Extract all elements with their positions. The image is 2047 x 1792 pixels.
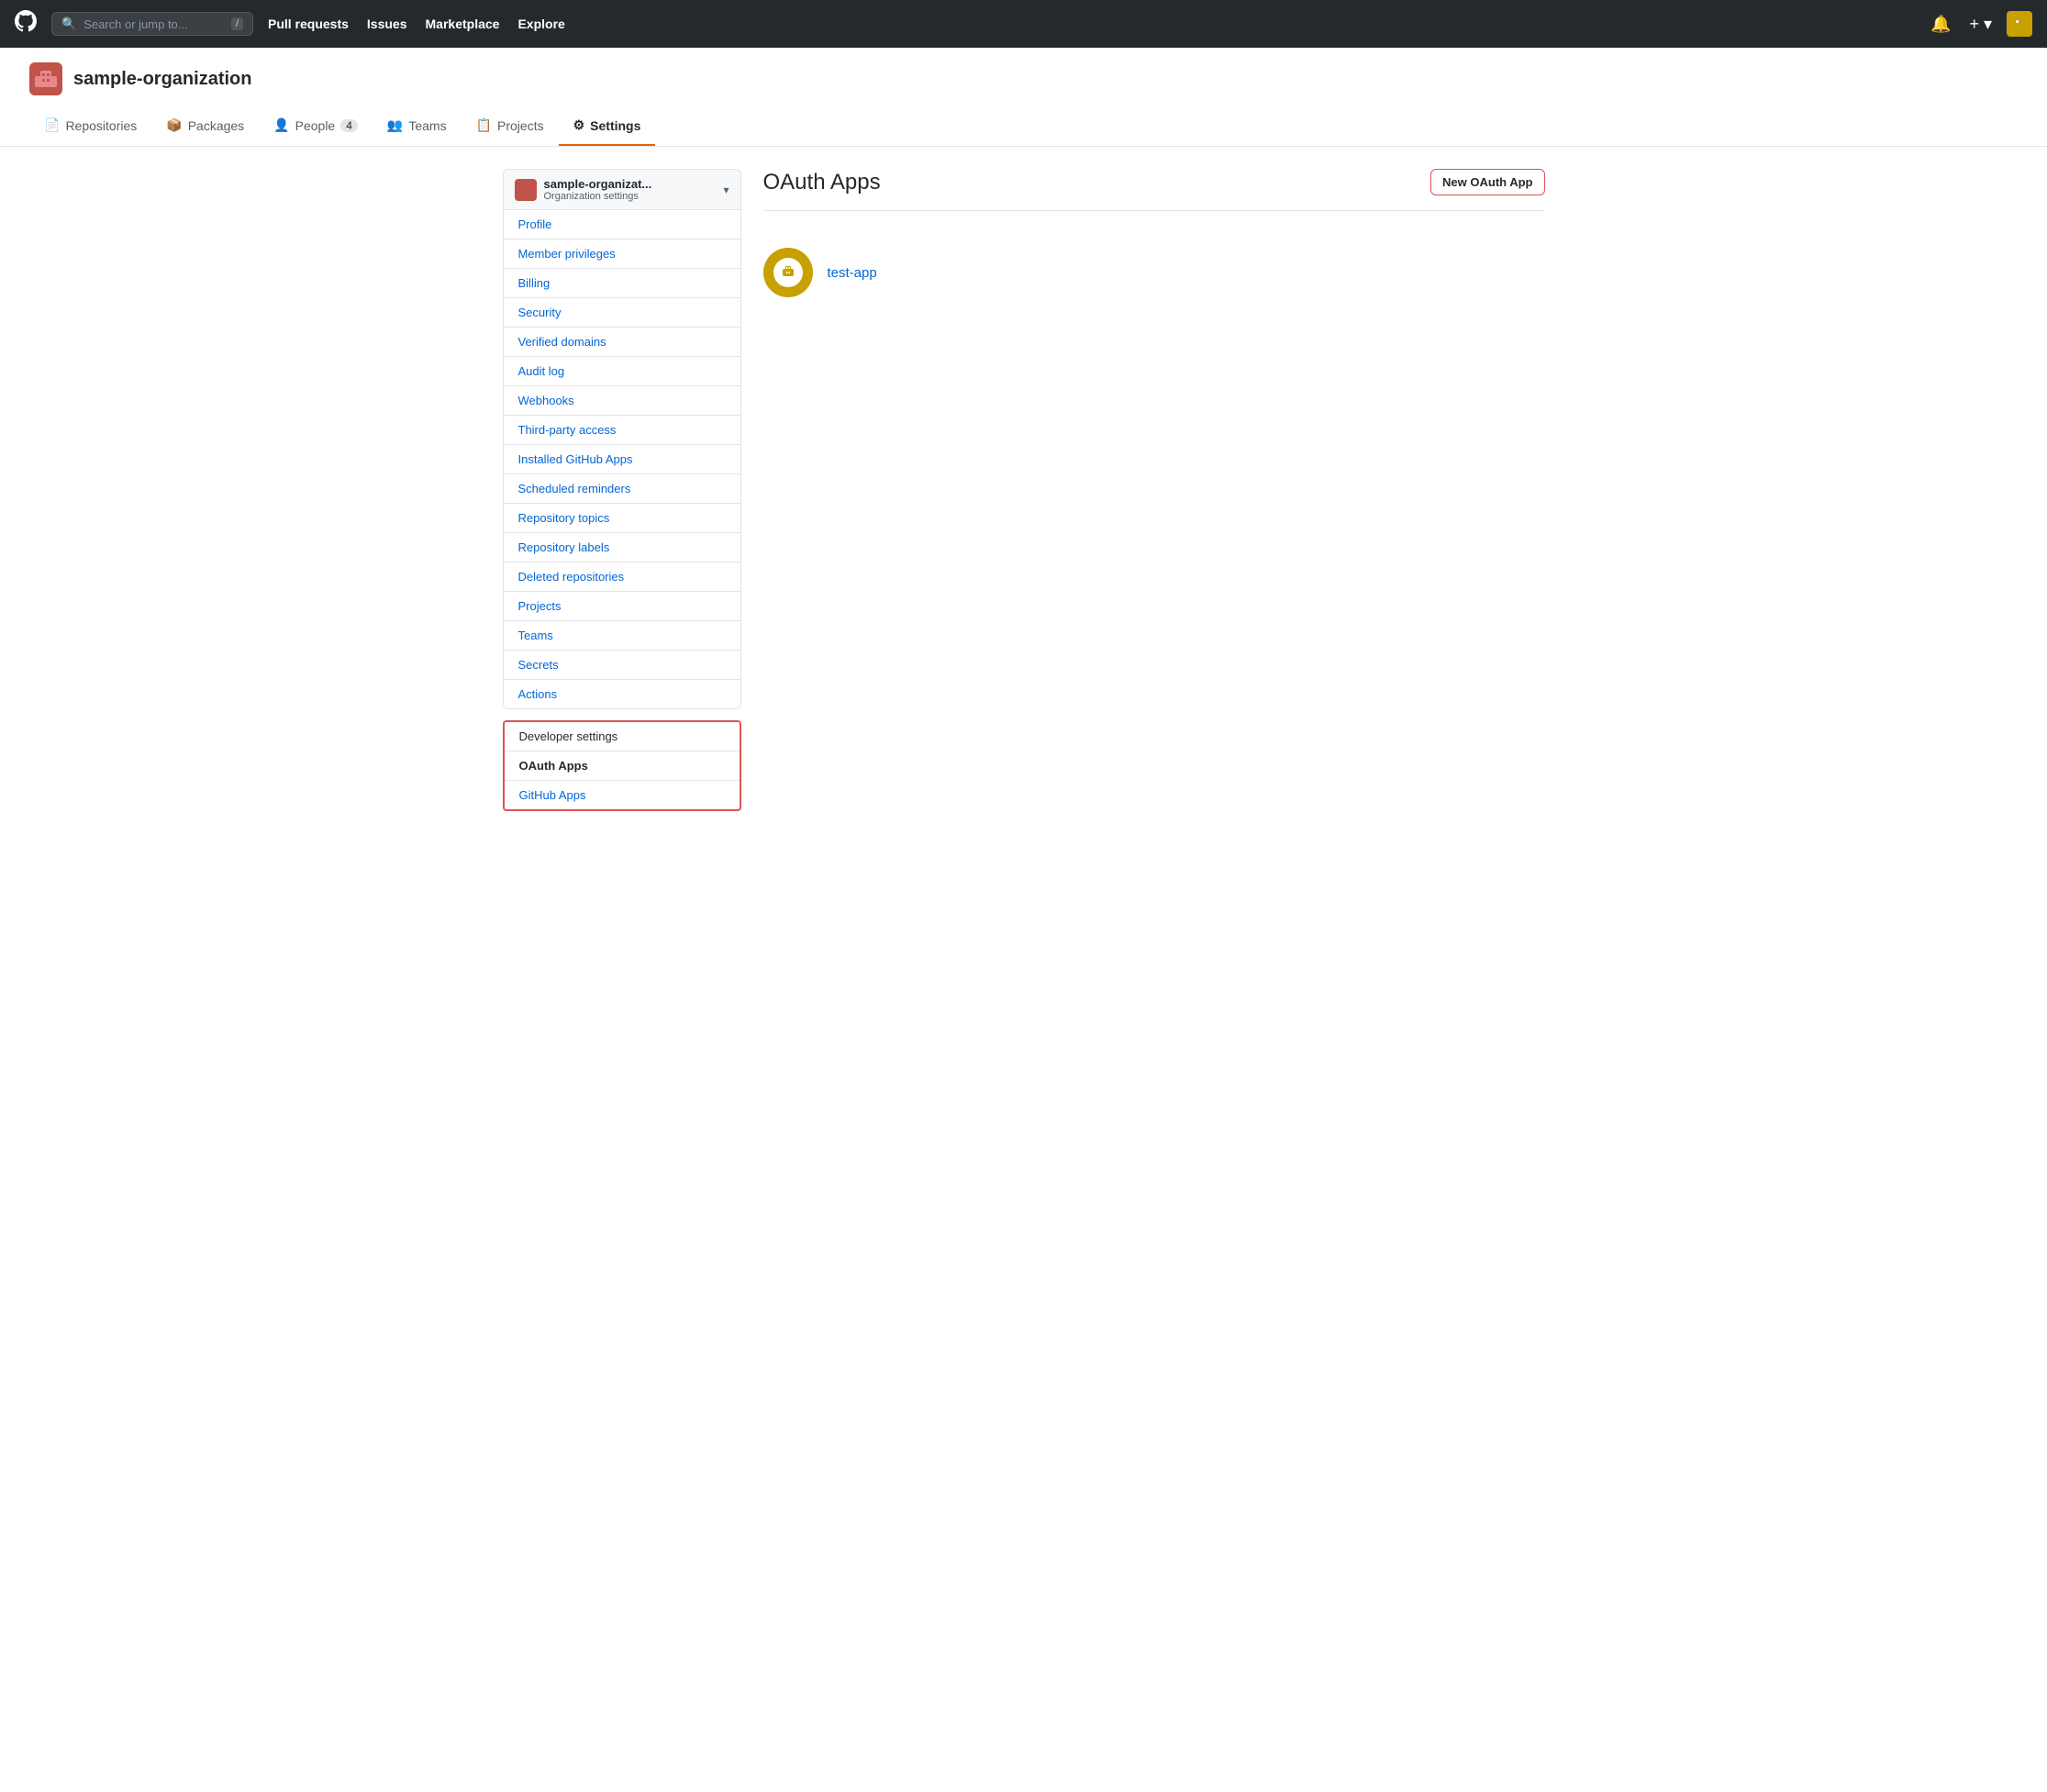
developer-settings-header[interactable]: Developer settings — [505, 722, 740, 751]
repositories-icon: 📄 — [44, 117, 60, 133]
app-avatar — [763, 248, 813, 297]
nav-right: 🔔 + ▾ — [1927, 11, 2032, 38]
sidebar-item-security[interactable]: Security — [504, 298, 740, 328]
projects-icon: 📋 — [476, 117, 492, 133]
sidebar-item-member-privileges[interactable]: Member privileges — [504, 239, 740, 269]
github-logo[interactable] — [15, 10, 37, 39]
user-avatar[interactable] — [2007, 11, 2032, 37]
sidebar-item-repository-topics[interactable]: Repository topics — [504, 504, 740, 533]
app-list-item: test-app — [763, 233, 1545, 312]
tab-people[interactable]: 👤 People 4 — [259, 110, 373, 146]
sidebar-item-profile[interactable]: Profile — [504, 210, 740, 239]
org-tabs: 📄 Repositories 📦 Packages 👤 People 4 👥 T… — [29, 110, 2018, 146]
org-avatar — [29, 62, 62, 95]
sidebar-org-info: sample-organizat... Organization setting… — [544, 177, 717, 202]
tab-packages[interactable]: 📦 Packages — [151, 110, 259, 146]
main-content: OAuth Apps New OAuth App test-app — [763, 169, 1545, 1770]
tab-teams[interactable]: 👥 Teams — [373, 110, 462, 146]
sidebar-org-header[interactable]: sample-organizat... Organization setting… — [503, 169, 741, 210]
sidebar-item-actions[interactable]: Actions — [504, 680, 740, 708]
search-kbd: / — [231, 17, 243, 30]
issues-link[interactable]: Issues — [367, 17, 407, 31]
search-placeholder: Search or jump to... — [83, 17, 187, 31]
tab-repositories[interactable]: 📄 Repositories — [29, 110, 151, 146]
search-box[interactable]: 🔍 Search or jump to... / — [51, 12, 253, 36]
oauth-apps-active-item[interactable]: OAuth Apps — [505, 751, 740, 781]
new-oauth-app-button[interactable]: New OAuth App — [1430, 169, 1544, 195]
sidebar-item-third-party-access[interactable]: Third-party access — [504, 416, 740, 445]
tab-projects[interactable]: 📋 Projects — [462, 110, 559, 146]
explore-link[interactable]: Explore — [517, 17, 564, 31]
org-name: sample-organization — [73, 69, 251, 90]
settings-icon: ⚙ — [573, 117, 585, 133]
org-title-bar: sample-organization — [29, 62, 2018, 95]
people-badge: 4 — [340, 119, 358, 132]
create-button[interactable]: + ▾ — [1965, 11, 1996, 38]
people-icon: 👤 — [273, 117, 289, 133]
sidebar-item-verified-domains[interactable]: Verified domains — [504, 328, 740, 357]
sidebar-item-repository-labels[interactable]: Repository labels — [504, 533, 740, 562]
sidebar-item-github-apps[interactable]: GitHub Apps — [505, 781, 740, 809]
top-navigation: 🔍 Search or jump to... / Pull requests I… — [0, 0, 2047, 48]
teams-icon: 👥 — [387, 117, 403, 133]
sidebar-item-webhooks[interactable]: Webhooks — [504, 386, 740, 416]
notifications-button[interactable]: 🔔 — [1927, 11, 1954, 38]
developer-settings-section: Developer settings OAuth Apps GitHub App… — [503, 720, 741, 811]
sidebar-item-billing[interactable]: Billing — [504, 269, 740, 298]
packages-icon: 📦 — [166, 117, 182, 133]
sidebar-item-installed-github-apps[interactable]: Installed GitHub Apps — [504, 445, 740, 474]
tab-settings[interactable]: ⚙ Settings — [559, 110, 656, 146]
content-header: OAuth Apps New OAuth App — [763, 169, 1545, 211]
sidebar-nav: Profile Member privileges Billing Securi… — [503, 210, 741, 709]
sidebar-org-name: sample-organizat... — [544, 177, 717, 191]
sidebar-item-projects[interactable]: Projects — [504, 592, 740, 621]
nav-links: Pull requests Issues Marketplace Explore — [268, 17, 565, 31]
pull-requests-link[interactable]: Pull requests — [268, 17, 349, 31]
sidebar: sample-organizat... Organization setting… — [503, 169, 741, 1770]
sidebar-item-audit-log[interactable]: Audit log — [504, 357, 740, 386]
org-header: sample-organization 📄 Repositories 📦 Pac… — [0, 48, 2047, 147]
main-layout: sample-organizat... Organization setting… — [473, 147, 1574, 1792]
page-title: OAuth Apps — [763, 170, 881, 195]
sidebar-item-teams[interactable]: Teams — [504, 621, 740, 651]
sidebar-org-avatar — [515, 179, 537, 201]
chevron-down-icon: ▾ — [723, 184, 729, 196]
sidebar-item-deleted-repositories[interactable]: Deleted repositories — [504, 562, 740, 592]
sidebar-item-scheduled-reminders[interactable]: Scheduled reminders — [504, 474, 740, 504]
marketplace-link[interactable]: Marketplace — [426, 17, 500, 31]
sidebar-org-sub: Organization settings — [544, 191, 717, 202]
app-name-link[interactable]: test-app — [828, 265, 877, 281]
sidebar-item-secrets[interactable]: Secrets — [504, 651, 740, 680]
search-icon: 🔍 — [61, 17, 76, 31]
